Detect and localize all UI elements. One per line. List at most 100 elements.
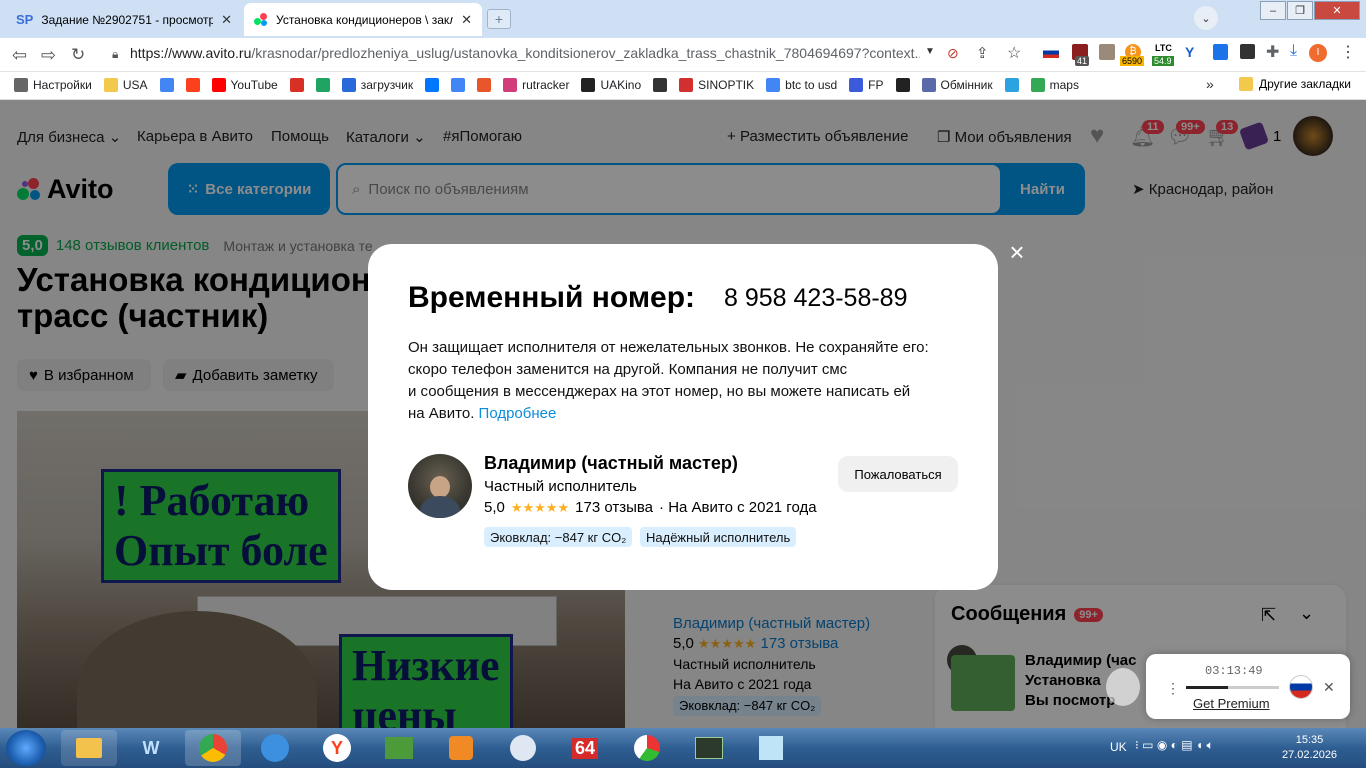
notes-icon[interactable] (743, 730, 799, 766)
seller-name[interactable]: Владимир (частный мастер) (484, 453, 738, 474)
start-button[interactable] (6, 730, 46, 766)
more-bookmarks-button[interactable]: » (1206, 76, 1214, 92)
chrome-icon[interactable] (185, 730, 241, 766)
bookmark-item[interactable]: rutracker (503, 78, 569, 92)
bookmark-item[interactable] (159, 78, 174, 92)
get-premium-link[interactable]: Get Premium (1193, 696, 1270, 711)
briefcase-icon[interactable] (1099, 44, 1115, 60)
russia-flag-icon[interactable] (1043, 47, 1059, 58)
russia-flag-icon[interactable] (1289, 675, 1313, 699)
money-icon[interactable] (371, 730, 427, 766)
aida64-icon[interactable]: 64 (557, 730, 613, 766)
bookmark-item[interactable]: maps (1030, 78, 1079, 92)
address-bar[interactable]: https://www.avito.ru/krasnodar/predlozhe… (130, 45, 920, 61)
profile-avatar[interactable]: I (1309, 44, 1327, 62)
gear-icon (14, 78, 28, 92)
bookmarks-list: Настройки USA YouTube загрузчик rutracker UAK… (14, 78, 1091, 92)
bookmark-item[interactable] (185, 78, 200, 92)
blocked-icon[interactable]: ⊘ (947, 45, 959, 62)
description-line: и сообщения в мессенджерах на этот номер… (408, 383, 911, 400)
clock-date: 27.02.2026 (1282, 749, 1338, 761)
bookmark-item[interactable] (1004, 78, 1019, 92)
bookmark-item[interactable]: YouTube (211, 78, 278, 92)
close-icon[interactable]: ✕ (461, 12, 472, 28)
f-icon (477, 78, 492, 92)
bookmark-label: YouTube (230, 78, 278, 92)
clock-app-icon[interactable] (495, 730, 551, 766)
tab-task[interactable]: SP Задание №2902751 - просмотр з ✕ (6, 3, 242, 36)
player-menu-icon[interactable]: ⋮ (1166, 680, 1180, 697)
bookmark-item[interactable]: btc to usd (766, 78, 837, 92)
bookmark-label: Обмінник (940, 78, 993, 92)
tab-avito[interactable]: Установка кондиционеров \ закл ✕ (244, 3, 482, 36)
reload-icon[interactable]: ↻ (71, 45, 85, 65)
btc-price: 6590 (1120, 56, 1145, 66)
bookmark-item[interactable]: SINOPTIK (679, 78, 754, 92)
close-icon[interactable]: ✕ (1323, 679, 1335, 696)
menu-icon[interactable]: ⋮ (1340, 42, 1356, 62)
bookmark-item[interactable] (653, 78, 668, 92)
bookmark-item[interactable]: FP (849, 78, 884, 92)
reviews-count[interactable]: 173 отзыва (575, 499, 653, 516)
globe-icon[interactable] (247, 730, 303, 766)
ltc-label: LTC (1155, 43, 1172, 53)
back-arrow-icon[interactable]: ⇦ (12, 45, 27, 66)
seller-avatar[interactable] (408, 454, 472, 518)
google-icon (159, 78, 174, 92)
bookmark-item[interactable] (425, 78, 440, 92)
y-extension-icon[interactable]: Y (1185, 44, 1194, 60)
recovery-icon[interactable] (619, 730, 675, 766)
forward-arrow-icon[interactable]: ⇨ (41, 45, 56, 66)
aida-label: 64 (571, 737, 599, 759)
maps-icon (1030, 78, 1045, 92)
terminal-icon[interactable] (681, 730, 737, 766)
bookmark-item[interactable] (451, 78, 466, 92)
fp-icon (849, 78, 864, 92)
close-icon[interactable]: × (1005, 239, 1029, 265)
description-line: на Авито. (408, 405, 475, 422)
bookmark-label: FP (868, 78, 884, 92)
bookmark-item[interactable] (315, 78, 330, 92)
clock-time: 15:35 (1295, 734, 1324, 746)
close-window-button[interactable]: ✕ (1314, 1, 1360, 20)
bookmark-item[interactable] (289, 78, 304, 92)
shield-icon[interactable]: W (123, 730, 179, 766)
language-indicator[interactable]: UK (1110, 740, 1127, 754)
url-dropdown-icon[interactable]: ▼ (925, 46, 935, 57)
minimize-button[interactable]: – (1260, 1, 1286, 20)
explorer-icon[interactable] (61, 730, 117, 766)
new-tab-button[interactable]: + (487, 9, 511, 29)
downloads-icon[interactable]: ⤓ (1290, 42, 1297, 60)
system-clock[interactable]: 15:35 27.02.2026 (1282, 733, 1337, 763)
download-ext-icon[interactable] (1213, 44, 1228, 60)
bookmark-item[interactable]: Обмінник (921, 78, 993, 92)
close-icon[interactable]: ✕ (221, 12, 232, 28)
maximize-button[interactable]: ❐ (1287, 1, 1313, 20)
lock-icon[interactable]: 🔒︎ (112, 47, 118, 62)
complain-button[interactable]: Пожаловаться (838, 456, 958, 492)
other-bookmarks[interactable]: Другие закладки (1239, 77, 1351, 91)
bookmark-item[interactable]: USA (103, 78, 148, 92)
extensions-puzzle-icon[interactable]: ✚ (1266, 42, 1279, 62)
terminal-ext-icon[interactable] (1240, 44, 1255, 59)
bookmark-item[interactable] (895, 78, 910, 92)
yandex-browser-icon[interactable]: Y (309, 730, 365, 766)
bookmark-item[interactable] (477, 78, 492, 92)
tray-icons[interactable]: ⁝ ▭ ◉ ◐ ▤ ◖ 🔈︎ (1135, 738, 1214, 753)
description-line: скоро телефон заменится на другой. Компа… (408, 361, 848, 378)
profile-dropdown-icon[interactable]: ⌄ (1194, 6, 1218, 30)
bookmark-label: SINOPTIK (698, 78, 755, 92)
media-player-icon[interactable] (433, 730, 489, 766)
ext-badge: 41 (1075, 56, 1090, 66)
bookmark-item[interactable]: Настройки (14, 78, 92, 92)
share-icon[interactable]: ⇪ (976, 44, 989, 62)
phone-number: 8 958 423-58-89 (724, 284, 908, 312)
bookmark-item[interactable]: UAKino (581, 78, 641, 92)
tab-label: Установка кондиционеров \ закл (276, 12, 454, 27)
exchange-icon (921, 78, 936, 92)
eco-chip: Эковклад: −847 кг CO₂ (484, 527, 633, 547)
bookmark-star-icon[interactable]: ☆ (1007, 43, 1021, 63)
url-path: /krasnodar/predlozheniya_uslug/ustanovka… (251, 45, 920, 61)
more-info-link[interactable]: Подробнее (479, 405, 557, 422)
bookmark-item[interactable]: загрузчик (341, 78, 413, 92)
